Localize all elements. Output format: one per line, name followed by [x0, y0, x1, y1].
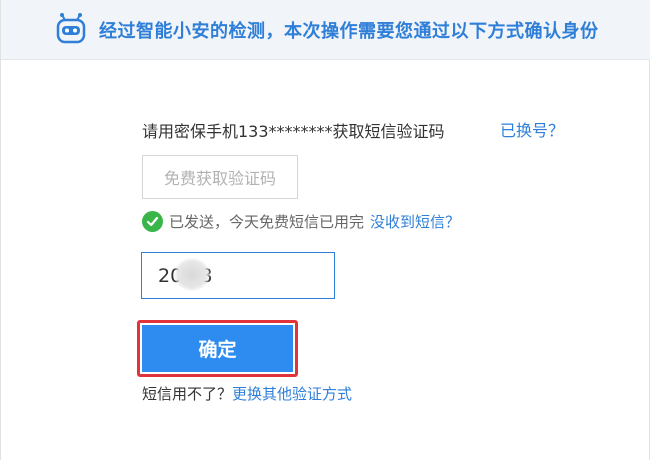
sent-status-text: 已发送，今天免费短信已用完 [169, 212, 365, 231]
verification-page: 经过智能小安的检测，本次操作需要您通过以下方式确认身份 请用密保手机133***… [0, 0, 650, 460]
notice-banner: 经过智能小安的检测，本次操作需要您通过以下方式确认身份 [1, 0, 650, 60]
check-circle-icon [142, 210, 163, 232]
robot-icon [56, 13, 86, 44]
get-code-button[interactable]: 免费获取验证码 [142, 155, 298, 199]
confirm-button[interactable]: 确定 [142, 325, 293, 372]
phone-prompt: 请用密保手机133********获取短信验证码 [142, 122, 445, 141]
code-input[interactable] [141, 252, 335, 299]
footer-row: 短信用不了？更换其他验证方式 [142, 383, 352, 404]
redaction-blur [174, 258, 210, 291]
footer-question: 短信用不了？ [142, 385, 233, 403]
banner-text: 经过智能小安的检测，本次操作需要您通过以下方式确认身份 [99, 21, 599, 42]
other-methods-link[interactable]: 更换其他验证方式 [232, 385, 352, 403]
switch-number-link[interactable]: 已换号？ [500, 117, 564, 141]
not-received-link[interactable]: 没收到短信？ [370, 211, 460, 232]
sent-status-row: 已发送，今天免费短信已用完 没收到短信？ [142, 209, 460, 233]
